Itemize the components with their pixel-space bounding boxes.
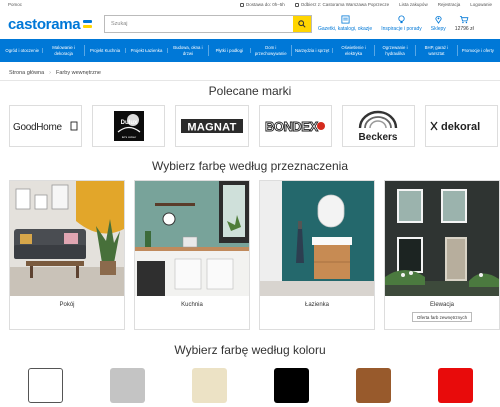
magnat-logo: MAGNAT [180, 119, 243, 134]
swatch-white[interactable] [28, 368, 63, 403]
kitchen-image [135, 181, 249, 296]
nav-item-construction[interactable]: Budowa, okna i drzwi [168, 45, 210, 56]
breadcrumb-home[interactable]: Strona główna [9, 70, 44, 76]
breadcrumb: Strona główna › Farby wewnętrzne [9, 70, 101, 76]
card-living-room[interactable]: Pokój [9, 180, 125, 330]
nav-item-heating[interactable]: Ogrzewanie i hydraulika [375, 45, 417, 56]
truck-icon [240, 2, 245, 7]
card-label: Pokój [59, 302, 75, 308]
stores-label: Sklepy [430, 26, 446, 32]
swatch-black[interactable] [274, 368, 309, 403]
cart-icon [460, 15, 469, 24]
dekoral-logo: dekoral [430, 121, 481, 133]
cart-total: 12796 zł [454, 26, 474, 32]
delivery-label: Dostawa do: 0h–5h [246, 2, 285, 7]
brands-heading: Polecane marki [208, 84, 292, 98]
brand-magnat[interactable]: MAGNAT [175, 105, 249, 147]
wishlist-link[interactable]: Lista zakupów [399, 2, 428, 7]
living-room-image [10, 181, 124, 296]
inspirations-label: Inspiracje i porady [381, 26, 422, 32]
category-nav: Ogród i otoczenie Malowanie i dekoracja … [0, 39, 500, 62]
breadcrumb-separator-icon: › [49, 70, 52, 76]
brand-dekoral-text: dekoral [441, 121, 480, 133]
castorama-logo[interactable]: castorama [8, 15, 93, 33]
dulux-logo: Dulux let's colour [113, 111, 144, 141]
exterior-offer-link[interactable]: Oferta farb zewnętrznych [411, 312, 473, 322]
nav-item-workshop[interactable]: BHP, garaż i warsztat [416, 45, 458, 56]
brand-magnat-text: MAGNAT [187, 122, 236, 134]
cart-link[interactable]: 12796 zł [455, 15, 474, 32]
brand-beckers-text: Beckers [359, 132, 398, 143]
help-link[interactable]: Pomoc [8, 2, 22, 7]
brand-goodhome[interactable]: GoodHome [9, 105, 83, 147]
brand-dekoral[interactable]: dekoral [424, 105, 499, 147]
nav-item-garden[interactable]: Ogród i otoczenie [2, 47, 44, 54]
nav-item-kitchen[interactable]: Projekt Kuchnia [85, 47, 127, 54]
flyers-label: Gazetki, katalogi, okazje [318, 26, 373, 32]
nav-item-bathroom[interactable]: Projekt Łazienka [126, 47, 168, 54]
login-link[interactable]: Logowanie [470, 2, 492, 7]
nav-item-painting[interactable]: Malowanie i dekoracja [43, 45, 85, 56]
site-header: castorama Gazetki, katalogi, okazje Insp… [0, 9, 500, 39]
swatch-brown[interactable] [356, 368, 391, 403]
delivery-link[interactable]: Dostawa do: 0h–5h [240, 2, 285, 7]
lightbulb-icon [398, 15, 405, 24]
beckers-logo: Beckers [359, 110, 398, 143]
color-heading: Wybierz farbę według koloru [174, 343, 326, 357]
flyers-link[interactable]: Gazetki, katalogi, okazje [318, 15, 372, 32]
newspaper-icon [341, 15, 350, 24]
brand-bondex[interactable]: BONDEX [258, 105, 332, 147]
brand-dulux-text: Dulux [120, 120, 137, 126]
brands-row: GoodHome Dulux let's colour MAGNAT BONDE… [9, 105, 499, 147]
brand-dulux-tagline: let's colour [122, 135, 136, 139]
brand-bondex-text: BONDEX [265, 119, 318, 134]
purpose-cards: Pokój Kuchnia Łazienka Elewacja Oferta f… [9, 180, 500, 330]
map-pin-icon [435, 16, 442, 24]
facade-image [385, 181, 499, 296]
nav-item-home[interactable]: Dom i przechowywanie [251, 45, 292, 56]
search-button[interactable] [293, 16, 311, 32]
stores-link[interactable]: Sklepy [431, 15, 446, 32]
inspirations-link[interactable]: Inspiracje i porady [381, 15, 422, 32]
color-swatches [28, 368, 473, 403]
nav-item-tiles[interactable]: Płytki i podłogi [209, 47, 251, 54]
brand-dulux[interactable]: Dulux let's colour [92, 105, 166, 147]
store-label: Odbierz z: Castorama Warszawa Poprzecze [300, 2, 390, 7]
divider [0, 80, 500, 81]
purpose-heading: Wybierz farbę według przeznaczenia [152, 159, 348, 173]
nav-item-promotions[interactable]: Promocje i oferty [458, 48, 498, 53]
store-icon [294, 2, 299, 7]
bathroom-image [260, 181, 374, 296]
search-icon [298, 20, 306, 28]
search-input[interactable] [105, 16, 293, 32]
nav-item-lighting[interactable]: Oświetlenie i elektryka [333, 45, 375, 56]
search-bar [104, 15, 312, 33]
logo-text: castorama [8, 15, 81, 33]
card-label: Kuchnia [181, 302, 203, 308]
brand-goodhome-text: GoodHome [13, 122, 62, 133]
swatch-grey[interactable] [110, 368, 145, 403]
card-facade[interactable]: Elewacja Oferta farb zewnętrznych [384, 180, 500, 330]
card-label: Łazienka [304, 302, 330, 308]
swatch-red[interactable] [438, 368, 473, 403]
logo-mark-icon [83, 20, 93, 28]
top-utility-bar: Pomoc Dostawa do: 0h–5h Odbierz z: Casto… [0, 0, 500, 9]
breadcrumb-current: Farby wewnętrzne [56, 70, 101, 76]
register-link[interactable]: Rejestracja [438, 2, 461, 7]
swatch-beige[interactable] [192, 368, 227, 403]
bondex-logo: BONDEX [265, 119, 326, 134]
goodhome-logo: GoodHome [13, 121, 78, 133]
card-bathroom[interactable]: Łazienka [259, 180, 375, 330]
brand-beckers[interactable]: Beckers [341, 105, 415, 147]
card-kitchen[interactable]: Kuchnia [134, 180, 250, 330]
store-link[interactable]: Odbierz z: Castorama Warszawa Poprzecze [294, 2, 390, 7]
card-label: Elewacja [429, 302, 454, 308]
nav-item-tools[interactable]: Narzędzia i sprzęt [292, 47, 334, 54]
